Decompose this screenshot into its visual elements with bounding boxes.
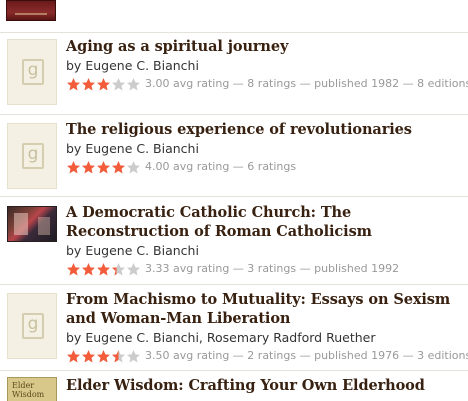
- goodreads-g-placeholder-icon: g: [22, 59, 44, 85]
- author-link[interactable]: Eugene C. Bianchi: [85, 58, 199, 73]
- meta-text: 4.00 avg rating — 6 ratings: [145, 160, 297, 173]
- book-cover[interactable]: g: [7, 123, 57, 189]
- rating-stars: [66, 349, 141, 364]
- byline: by Eugene C. Bianchi: [66, 242, 462, 260]
- star-icon: [82, 160, 95, 173]
- book-title[interactable]: The religious experience of revolutionar…: [66, 120, 462, 139]
- rating-stars: [66, 160, 141, 175]
- by-label: by: [66, 141, 82, 156]
- star-icon: [97, 160, 110, 173]
- star-icon: [97, 349, 110, 362]
- rating-meta: 3.50 avg rating — 2 ratings — published …: [66, 347, 468, 365]
- book-cover-photo[interactable]: [7, 206, 57, 242]
- star-icon: [127, 77, 140, 90]
- book-title[interactable]: A Democratic Catholic Church: The Recons…: [66, 203, 462, 241]
- star-icon: [97, 262, 110, 275]
- star-icon: [112, 160, 125, 173]
- star-icon: [97, 77, 110, 90]
- book-title[interactable]: Aging as a spiritual journey: [66, 37, 462, 56]
- book-row: g From Machismo to Mutuality: Essays on …: [0, 284, 468, 371]
- byline: by Eugene C. Bianchi: [66, 140, 462, 158]
- author-link[interactable]: Eugene C. Bianchi: [85, 243, 199, 258]
- book-cover[interactable]: g: [7, 39, 57, 105]
- star-icon: [67, 349, 80, 362]
- by-label: by: [66, 330, 82, 345]
- author-link[interactable]: Eugene C. Bianchi, Rosemary Radford Ruet…: [85, 330, 375, 345]
- star-icon: [127, 262, 140, 275]
- book-title[interactable]: From Machismo to Mutuality: Essays on Se…: [66, 290, 462, 328]
- star-icon: [82, 262, 95, 275]
- star-icon: [82, 77, 95, 90]
- star-icon: [82, 349, 95, 362]
- book-list: g Aging as a spiritual journey by Eugene…: [0, 0, 468, 401]
- meta-text: 3.00 avg rating — 8 ratings — published …: [145, 77, 468, 90]
- star-icon: [67, 77, 80, 90]
- previous-book-cover[interactable]: [6, 0, 56, 21]
- book-row: A Democratic Catholic Church: The Recons…: [0, 196, 468, 285]
- by-label: by: [66, 243, 82, 258]
- book-cover-elder-wisdom[interactable]: Elder Wisdom: [7, 377, 57, 401]
- book-row: g Aging as a spiritual journey by Eugene…: [0, 32, 468, 115]
- meta-text: 3.33 avg rating — 3 ratings — published …: [145, 262, 400, 275]
- goodreads-g-placeholder-icon: g: [22, 143, 44, 169]
- byline: by Eugene C. Bianchi: [66, 57, 462, 75]
- star-icon: [112, 349, 125, 362]
- rating-meta: 4.00 avg rating — 6 ratings: [66, 158, 462, 176]
- star-icon: [67, 262, 80, 275]
- cover-text: Elder Wisdom: [12, 381, 45, 399]
- star-icon: [112, 77, 125, 90]
- rating-meta: 3.00 avg rating — 8 ratings — published …: [66, 75, 468, 93]
- star-icon: [112, 262, 125, 275]
- by-label: by: [66, 58, 82, 73]
- star-icon: [67, 160, 80, 173]
- meta-text: 3.50 avg rating — 2 ratings — published …: [145, 349, 468, 362]
- rating-meta: 3.33 avg rating — 3 ratings — published …: [66, 260, 462, 278]
- byline: by Eugene C. Bianchi, Rosemary Radford R…: [66, 329, 462, 347]
- star-icon: [127, 160, 140, 173]
- author-link[interactable]: Eugene C. Bianchi: [85, 141, 199, 156]
- book-cover[interactable]: g: [7, 293, 57, 359]
- book-row: Elder Wisdom Elder Wisdom: Crafting Your…: [0, 370, 468, 401]
- rating-stars: [66, 262, 141, 277]
- star-icon: [127, 349, 140, 362]
- goodreads-g-placeholder-icon: g: [22, 313, 44, 339]
- book-title[interactable]: Elder Wisdom: Crafting Your Own Elderhoo…: [66, 376, 462, 395]
- rating-stars: [66, 77, 141, 92]
- book-row: g The religious experience of revolution…: [0, 114, 468, 197]
